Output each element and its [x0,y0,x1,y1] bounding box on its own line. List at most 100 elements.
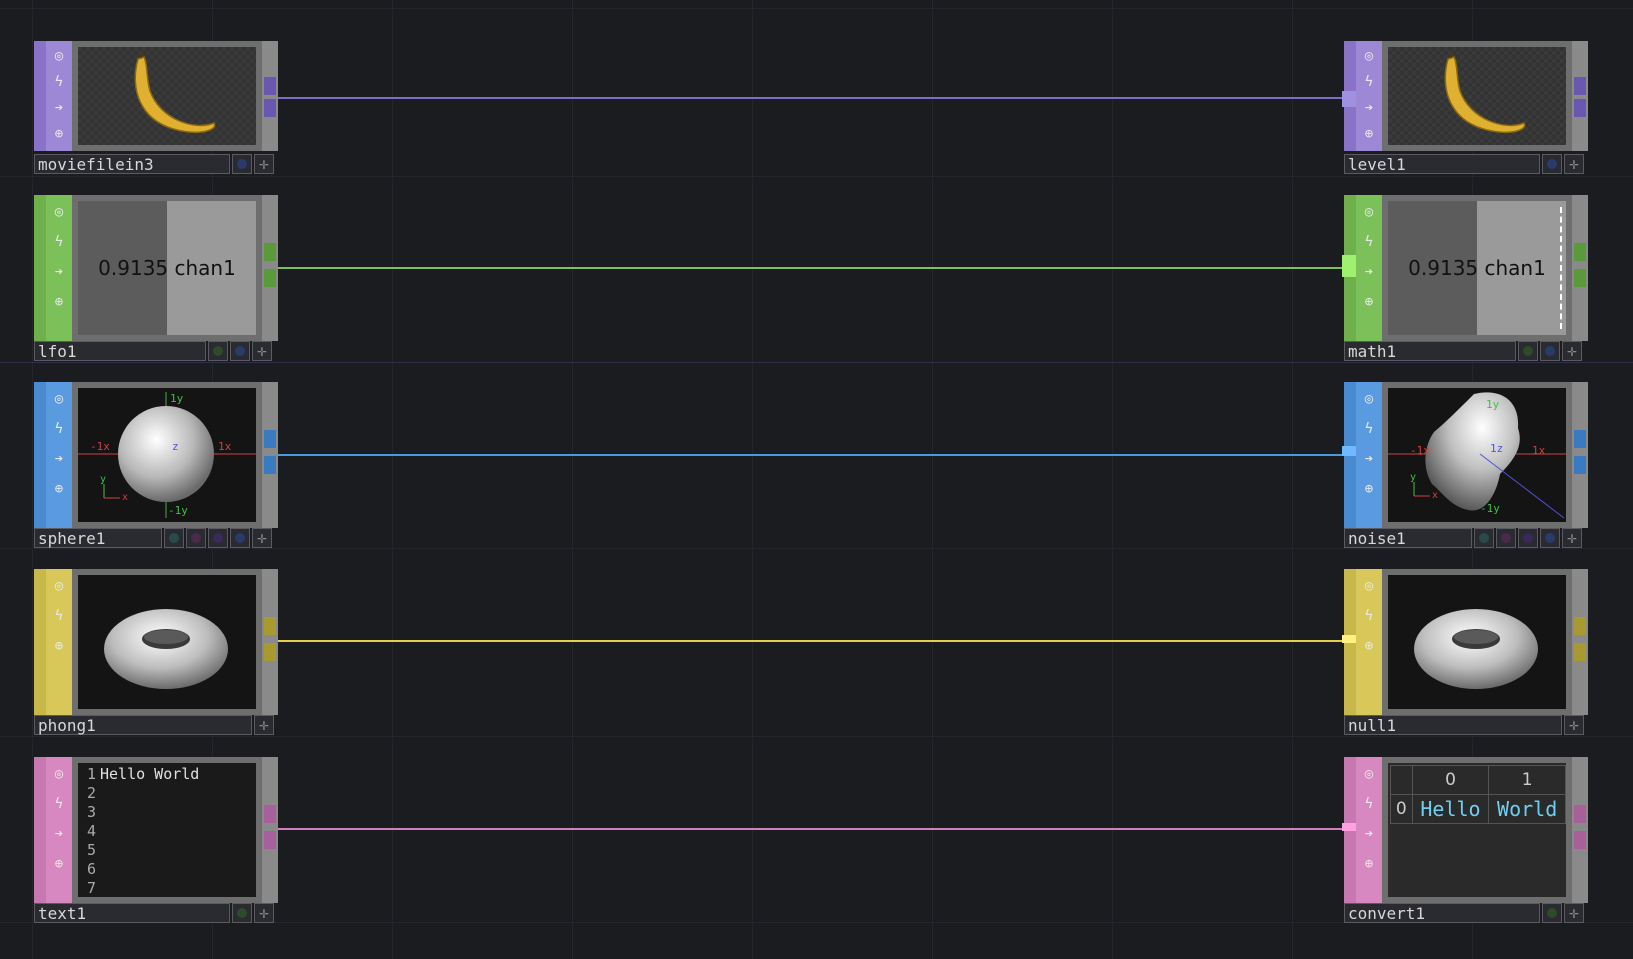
lock-icon[interactable]: ⊕ [1356,121,1382,147]
lock-icon[interactable]: ⊕ [1356,289,1382,315]
display-flag[interactable] [230,341,250,361]
plus-icon[interactable]: ✛ [254,903,274,923]
output-connector[interactable] [1574,617,1586,635]
bolt-icon[interactable]: ϟ [1356,791,1382,817]
display-flag[interactable] [230,528,250,548]
lock-icon[interactable]: ⊕ [46,289,72,315]
eye-target-icon[interactable]: ◎ [1356,43,1382,69]
display-flag[interactable] [1540,341,1560,361]
plus-icon[interactable]: ✛ [1562,528,1582,548]
output-connector[interactable] [264,617,276,635]
arrow-right-icon[interactable]: ➔ [1356,95,1382,121]
lock-icon[interactable]: ⊕ [46,633,72,659]
plus-icon[interactable]: ✛ [252,341,272,361]
wire-sop[interactable] [276,454,1344,456]
arrow-right-icon[interactable]: ➔ [46,95,72,121]
wire-dat[interactable] [276,828,1344,830]
node-viewer[interactable]: 1y -1x 1x -1y z y x [72,382,262,528]
output-connector[interactable] [264,99,276,117]
arrow-right-icon[interactable]: ➔ [1356,821,1382,847]
wire-mat[interactable] [276,640,1344,642]
eye-target-icon[interactable]: ◎ [46,199,72,225]
eye-target-icon[interactable]: ◎ [1356,199,1382,225]
wire-chop[interactable] [276,267,1344,269]
node-name-label[interactable]: null1 [1344,715,1562,735]
input-connector[interactable] [1342,91,1356,107]
output-connector[interactable] [1574,430,1586,448]
node-viewer[interactable]: 1 Hello World 2 3 4 5 6 7 [72,757,262,903]
output-connector[interactable] [1574,269,1586,287]
lock-icon[interactable]: ⊕ [1356,476,1382,502]
node-name-label[interactable]: phong1 [34,715,252,735]
plus-icon[interactable]: ✛ [1564,715,1584,735]
template-flag[interactable] [164,528,184,548]
input-connector[interactable] [1342,255,1356,277]
output-connector[interactable] [1574,643,1586,661]
plus-icon[interactable]: ✛ [252,528,272,548]
node-viewer[interactable] [1382,569,1572,715]
output-connector[interactable] [264,456,276,474]
node-name-label[interactable]: text1 [34,903,230,923]
viewer-flag[interactable] [1518,341,1538,361]
node-name-label[interactable]: lfo1 [34,341,206,361]
plus-icon[interactable]: ✛ [1564,154,1584,174]
output-connector[interactable] [1574,77,1586,95]
plus-icon[interactable]: ✛ [1562,341,1582,361]
display-flag[interactable] [1540,528,1560,548]
input-connector[interactable] [1342,823,1356,831]
bolt-icon[interactable]: ϟ [1356,603,1382,629]
node-level1[interactable]: ◎ ϟ ➔ ⊕ [1342,41,1588,151]
output-connector[interactable] [1574,805,1586,823]
wire-top[interactable] [276,97,1344,99]
bolt-icon[interactable]: ϟ [1356,69,1382,95]
node-convert1[interactable]: ◎ ϟ ➔ ⊕ 0 1 0 Hello World [1342,757,1588,903]
lock-icon[interactable]: ⊕ [46,476,72,502]
output-connector[interactable] [264,269,276,287]
viewer-flag[interactable] [1542,903,1562,923]
bolt-icon[interactable]: ϟ [46,416,72,442]
node-viewer[interactable] [72,41,262,151]
node-phong1[interactable]: ◎ ϟ ⊕ [34,569,278,715]
bypass-flag[interactable] [186,528,206,548]
bolt-icon[interactable]: ϟ [46,603,72,629]
arrow-right-icon[interactable]: ➔ [46,259,72,285]
node-name-label[interactable]: sphere1 [34,528,162,548]
plus-icon[interactable]: ✛ [254,715,274,735]
arrow-right-icon[interactable]: ➔ [46,446,72,472]
plus-icon[interactable]: ✛ [254,154,274,174]
arrow-right-icon[interactable]: ➔ [1356,446,1382,472]
node-name-label[interactable]: level1 [1344,154,1540,174]
viewer-flag[interactable] [208,341,228,361]
eye-target-icon[interactable]: ◎ [46,386,72,412]
node-lfo1[interactable]: ◎ ϟ ➔ ⊕ 0.9135 chan1 [34,195,278,341]
node-math1[interactable]: ◎ ϟ ➔ ⊕ 0.9135 chan1 [1342,195,1588,341]
node-sphere1[interactable]: ◎ ϟ ➔ ⊕ 1y -1x 1x -1y z y x [34,382,278,528]
node-viewer[interactable]: 0.9135 chan1 [72,195,262,341]
node-viewer[interactable] [1382,41,1572,151]
node-viewer[interactable]: 1y -1x 1x -1y 1z y x [1382,382,1572,528]
node-name-label[interactable]: convert1 [1344,903,1540,923]
output-connector[interactable] [264,430,276,448]
render-flag[interactable] [1518,528,1538,548]
bolt-icon[interactable]: ϟ [46,791,72,817]
output-connector[interactable] [264,805,276,823]
node-name-label[interactable]: math1 [1344,341,1516,361]
output-connector[interactable] [264,243,276,261]
output-connector[interactable] [264,77,276,95]
lock-icon[interactable]: ⊕ [1356,851,1382,877]
node-name-label[interactable]: noise1 [1344,528,1472,548]
bypass-flag[interactable] [1496,528,1516,548]
node-viewer[interactable]: 0 1 0 Hello World [1382,757,1572,903]
node-null1[interactable]: ◎ ϟ ⊕ [1342,569,1588,715]
node-name-label[interactable]: moviefilein3 [34,154,230,174]
input-connector[interactable] [1342,635,1356,643]
eye-target-icon[interactable]: ◎ [46,43,72,69]
output-connector[interactable] [1574,831,1586,849]
viewer-flag[interactable] [232,903,252,923]
eye-target-icon[interactable]: ◎ [1356,761,1382,787]
output-connector[interactable] [264,643,276,661]
display-flag[interactable] [232,154,252,174]
output-connector[interactable] [264,831,276,849]
lock-icon[interactable]: ⊕ [46,121,72,147]
bolt-icon[interactable]: ϟ [46,229,72,255]
